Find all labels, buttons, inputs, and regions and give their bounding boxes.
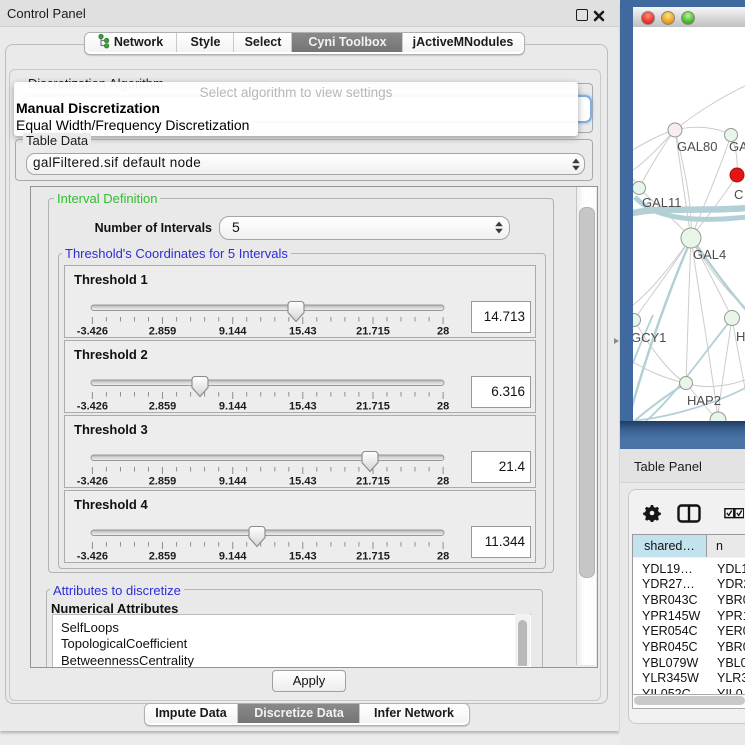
- svg-text:21.715: 21.715: [356, 476, 390, 488]
- svg-text:21.715: 21.715: [356, 326, 390, 338]
- svg-text:GAL4: GAL4: [693, 247, 726, 262]
- svg-text:-3.426: -3.426: [77, 326, 108, 338]
- svg-text:9.144: 9.144: [219, 551, 247, 563]
- svg-text:-3.426: -3.426: [77, 551, 108, 563]
- svg-text:15.43: 15.43: [289, 401, 317, 413]
- svg-text:21.715: 21.715: [356, 551, 390, 563]
- svg-text:C: C: [734, 187, 743, 202]
- svg-text:GA: GA: [729, 139, 745, 154]
- svg-text:-3.426: -3.426: [77, 401, 108, 413]
- svg-text:9.144: 9.144: [219, 401, 247, 413]
- svg-text:21.715: 21.715: [356, 401, 390, 413]
- svg-text:-3.426: -3.426: [77, 476, 108, 488]
- svg-text:2.859: 2.859: [149, 551, 177, 563]
- svg-text:28: 28: [437, 401, 449, 413]
- svg-text:28: 28: [437, 551, 449, 563]
- svg-text:9.144: 9.144: [219, 326, 247, 338]
- svg-text:H: H: [736, 329, 745, 344]
- svg-text:2.859: 2.859: [149, 326, 177, 338]
- svg-text:2.859: 2.859: [149, 476, 177, 488]
- svg-text:GAL80: GAL80: [677, 139, 717, 154]
- svg-text:2.859: 2.859: [149, 401, 177, 413]
- svg-text:28: 28: [437, 476, 449, 488]
- svg-text:28: 28: [437, 326, 449, 338]
- svg-text:9.144: 9.144: [219, 476, 247, 488]
- svg-text:GAL11: GAL11: [642, 195, 682, 210]
- svg-text:15.43: 15.43: [289, 476, 317, 488]
- svg-text:15.43: 15.43: [289, 551, 317, 563]
- svg-text:GCY1: GCY1: [633, 330, 666, 345]
- svg-text:HAP2: HAP2: [687, 393, 721, 408]
- svg-text:15.43: 15.43: [289, 326, 317, 338]
